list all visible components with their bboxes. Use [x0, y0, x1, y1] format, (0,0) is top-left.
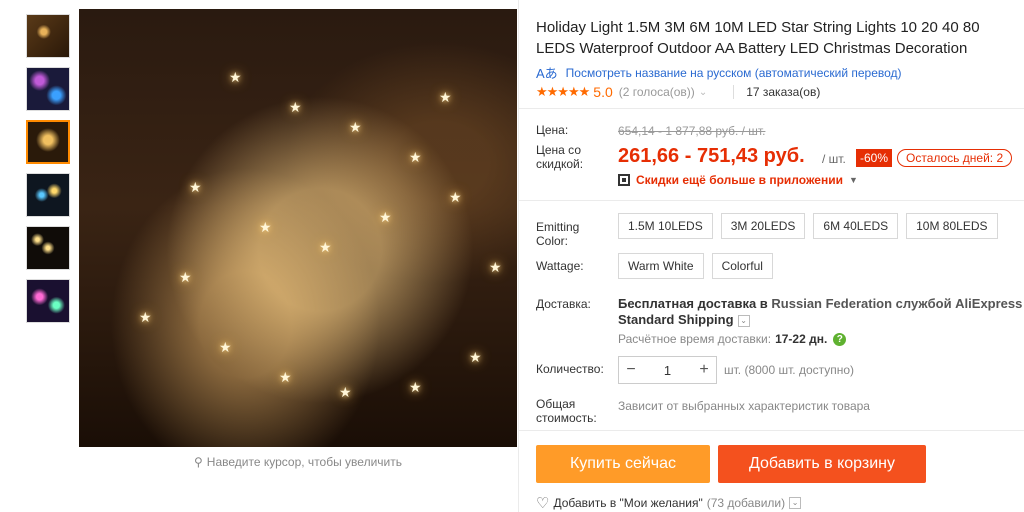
column-divider: [518, 0, 519, 512]
app-promo[interactable]: Скидки ещё больше в приложении ▼: [618, 173, 858, 187]
star-light-icon: ★: [319, 239, 332, 255]
quantity-plus-button[interactable]: +: [692, 361, 716, 379]
caret-down-icon: ▼: [848, 175, 858, 185]
wattage-warm-white[interactable]: Warm White: [618, 253, 704, 279]
section-divider: [518, 430, 1024, 431]
app-promo-text: Скидки ещё больше в приложении: [636, 173, 843, 187]
shipping-destination[interactable]: Russian Federation службой AliExpress: [771, 296, 1022, 311]
color-options: 1.5M 10LEDS 3M 20LEDS 6M 40LEDS 10M 80LE…: [618, 213, 998, 239]
sku-option-10m[interactable]: 10M 80LEDS: [906, 213, 998, 239]
section-divider: [518, 108, 1024, 109]
quantity-available: шт. (8000 шт. доступно): [724, 363, 855, 377]
star-light-icon: ★: [339, 384, 352, 400]
star-light-icon: ★: [289, 99, 302, 115]
discount-price-label: Цена со скидкой:: [536, 143, 584, 171]
total-label: Общая стоимость:: [536, 397, 597, 425]
wishlist-link[interactable]: ♡ Добавить в "Мои желания" (73 добавили)…: [536, 494, 802, 512]
rating-row: ★★★★★ 5.0 (2 голоса(ов)) ⌄ 17 заказа(ов): [536, 84, 820, 100]
chevron-down-icon[interactable]: ⌄: [789, 497, 802, 509]
thumbnail-strip: [26, 14, 72, 332]
help-icon[interactable]: ?: [833, 332, 847, 346]
wishlist-text: Добавить в "Мои желания": [553, 496, 703, 510]
quantity-input[interactable]: 1: [664, 363, 671, 378]
rating-stars: ★★★★★: [536, 84, 590, 99]
qr-code-icon: [618, 174, 630, 186]
magnifier-icon: ⚲: [194, 455, 203, 469]
translate-link[interactable]: Aあ Посмотреть название на русском (автом…: [536, 63, 902, 82]
product-title: Holiday Light 1.5M 3M 6M 10M LED Star St…: [536, 19, 980, 57]
sku-option-1-5m[interactable]: 1.5M 10LEDS: [618, 213, 713, 239]
sku-option-3m[interactable]: 3M 20LEDS: [720, 213, 806, 239]
wattage-label: Wattage:: [536, 259, 584, 273]
quantity-label: Количество:: [536, 362, 604, 376]
chevron-down-icon[interactable]: ⌄: [699, 87, 707, 98]
sku-option-6m[interactable]: 6M 40LEDS: [813, 213, 899, 239]
shipping-info: Бесплатная доставка в Russian Federation…: [618, 296, 1024, 328]
delivery-time-label: Расчётное время доставки:: [618, 332, 772, 346]
star-light-icon: ★: [489, 259, 502, 275]
zoom-hint: ⚲ Наведите курсор, чтобы увеличить: [79, 455, 517, 469]
wattage-colorful[interactable]: Colorful: [711, 253, 773, 279]
shipping-method[interactable]: Standard Shipping: [618, 312, 734, 327]
star-light-icon: ★: [449, 189, 462, 205]
thumbnail-5[interactable]: [26, 226, 70, 270]
rating-value: 5.0: [593, 84, 613, 100]
emitting-color-label: Emitting Color:: [536, 220, 580, 248]
wattage-options: Warm White Colorful: [618, 253, 773, 279]
shipping-label: Доставка:: [536, 297, 591, 311]
translate-link-text: Посмотреть название на русском (автомати…: [565, 65, 902, 80]
quantity-minus-button[interactable]: −: [619, 361, 643, 379]
section-divider: [518, 200, 1024, 201]
star-light-icon: ★: [379, 209, 392, 225]
star-light-icon: ★: [259, 219, 272, 235]
heart-icon: ♡: [536, 495, 550, 512]
buy-now-button[interactable]: Купить сейчас: [536, 445, 710, 483]
wishlist-count: (73 добавили): [706, 496, 786, 510]
delivery-time-value: 17-22 дн.: [775, 332, 828, 346]
thumbnail-4[interactable]: [26, 173, 70, 217]
days-left-badge: Осталось дней: 2: [897, 149, 1013, 167]
star-light-icon: ★: [189, 179, 202, 195]
delivery-time: Расчётное время доставки: 17-22 дн. ?: [618, 332, 847, 346]
thumbnail-1[interactable]: [26, 14, 70, 58]
star-light-icon: ★: [469, 349, 482, 365]
thumbnail-6[interactable]: [26, 279, 70, 323]
star-light-icon: ★: [219, 339, 232, 355]
star-light-icon: ★: [439, 89, 452, 105]
add-to-cart-button[interactable]: Добавить в корзину: [718, 445, 926, 483]
star-light-icon: ★: [179, 269, 192, 285]
zoom-hint-text: Наведите курсор, чтобы увеличить: [206, 455, 402, 469]
per-unit: / шт.: [822, 152, 846, 166]
star-light-icon: ★: [279, 369, 292, 385]
thumbnail-2[interactable]: [26, 67, 70, 111]
star-light-icon: ★: [349, 119, 362, 135]
star-light-icon: ★: [409, 379, 422, 395]
chevron-down-icon[interactable]: ⌄: [737, 314, 750, 327]
orders-count: 17 заказа(ов): [733, 85, 820, 99]
star-light-icon: ★: [409, 149, 422, 165]
total-note: Зависит от выбранных характеристик товар…: [618, 399, 870, 413]
star-light-icon: ★: [229, 69, 242, 85]
main-product-image[interactable]: ★ ★ ★ ★ ★ ★ ★ ★ ★ ★ ★ ★ ★ ★ ★ ★ ★ ★: [79, 9, 517, 447]
quantity-stepper: − 1 +: [618, 356, 717, 384]
discount-badge: -60%: [856, 149, 893, 167]
product-page: ★ ★ ★ ★ ★ ★ ★ ★ ★ ★ ★ ★ ★ ★ ★ ★ ★ ★ ⚲ Нав…: [0, 0, 1024, 512]
thumbnail-3[interactable]: [26, 120, 70, 164]
price-label: Цена:: [536, 123, 569, 137]
star-light-icon: ★: [139, 309, 152, 325]
translate-icon: Aあ: [536, 66, 558, 81]
original-price: 654,14 - 1 877,88 руб. / шт.: [618, 124, 766, 138]
votes-count[interactable]: (2 голоса(ов)): [619, 85, 695, 99]
shipping-free-text: Бесплатная доставка в: [618, 296, 772, 311]
discount-price: 261,66 - 751,43 руб.: [618, 145, 805, 167]
